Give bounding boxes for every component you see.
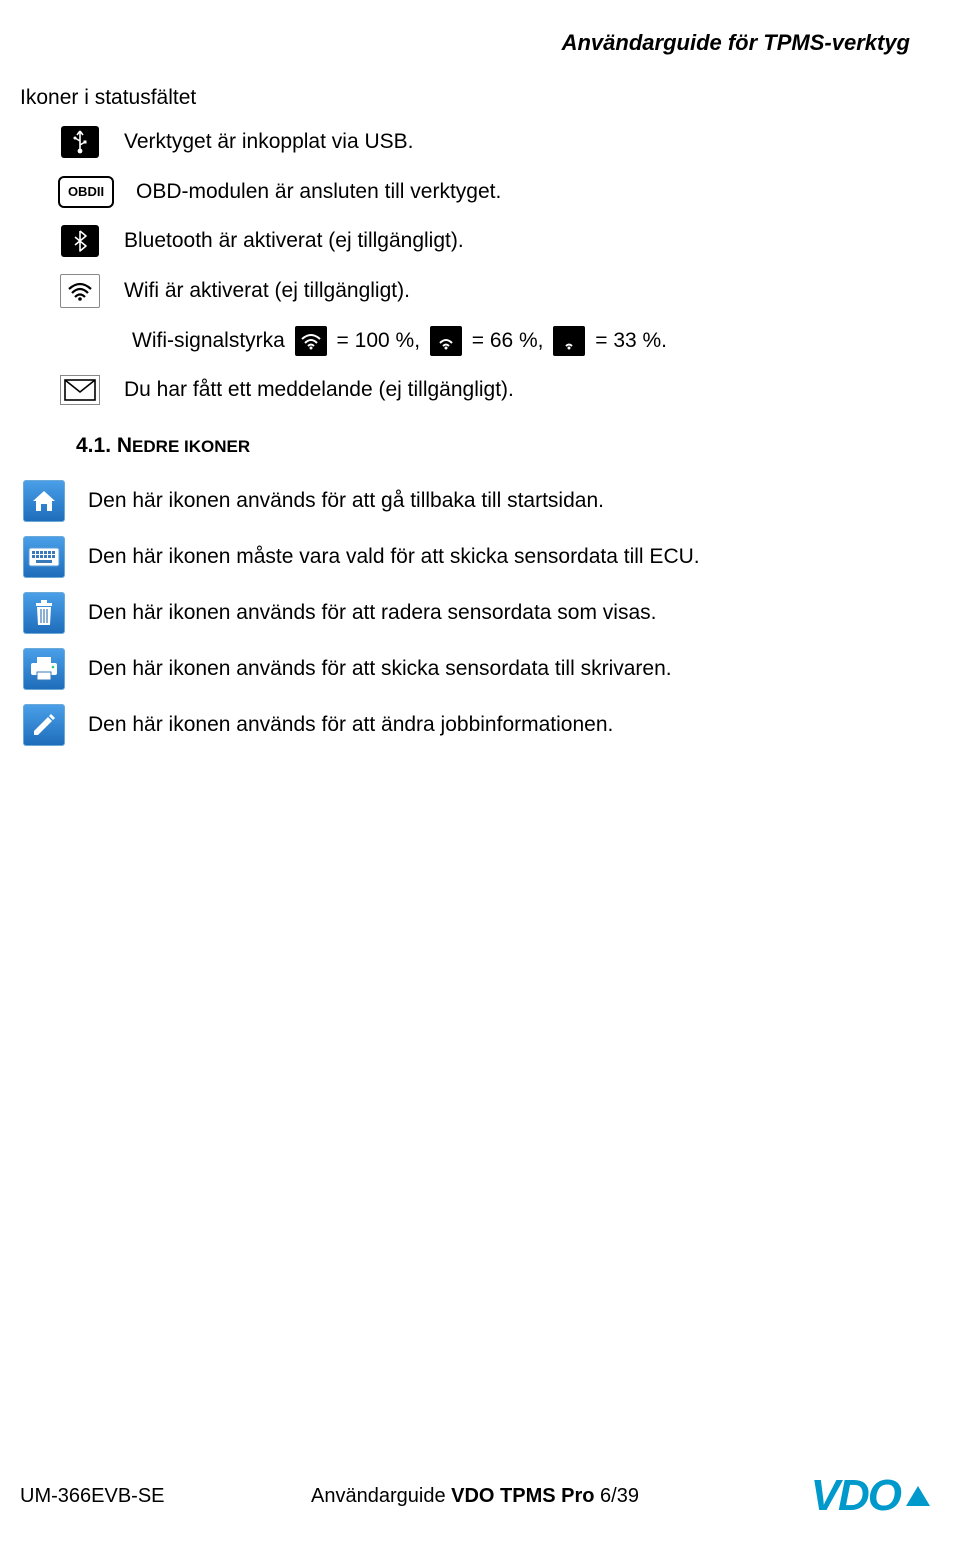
keyboard-icon: [23, 536, 65, 578]
vdo-logo-triangle-icon: [906, 1486, 930, 1506]
nedre-row-edit: Den här ikonen används för att ändra job…: [20, 704, 910, 746]
wifi-prefix: Wifi-signalstyrka: [132, 329, 285, 352]
wifi-icon: [60, 274, 100, 308]
wifi-100-label: = 100 %,: [337, 329, 420, 352]
status-section-heading: Ikoner i statusfältet: [20, 86, 910, 110]
home-icon: [23, 480, 65, 522]
status-desc-bluetooth: Bluetooth är aktiverat (ej tillgängligt)…: [124, 223, 464, 259]
wifi-66-icon: [430, 326, 462, 356]
nedre-desc-trash: Den här ikonen används för att radera se…: [88, 595, 656, 631]
wifi-100-icon: [295, 326, 327, 356]
obdii-icon: OBDII: [58, 176, 114, 208]
nedre-row-printer: Den här ikonen används för att skicka se…: [20, 648, 910, 690]
status-desc-mail: Du har fått ett meddelande (ej tillgängl…: [124, 372, 514, 408]
bluetooth-icon: [61, 225, 99, 257]
vdo-logo: VDO: [811, 1471, 930, 1521]
status-row-wifi: Wifi är aktiverat (ej tillgängligt).: [56, 273, 910, 309]
edit-icon: [23, 704, 65, 746]
trash-icon: [23, 592, 65, 634]
wifi-33-label: = 33 %.: [595, 329, 667, 352]
wifi-66-label: = 66 %,: [472, 329, 544, 352]
status-row-obdii: OBDII OBD-modulen är ansluten till verkt…: [56, 174, 910, 210]
status-desc-obdii: OBD-modulen är ansluten till verktyget.: [136, 174, 501, 210]
nedre-row-keyboard: Den här ikonen måste vara vald för att s…: [20, 536, 910, 578]
nedre-desc-printer: Den här ikonen används för att skicka se…: [88, 651, 672, 687]
nedre-heading: 4.1. NEDRE IKONER: [76, 434, 910, 458]
nedre-desc-edit: Den här ikonen används för att ändra job…: [88, 707, 613, 743]
heading-num: 4.1.: [76, 434, 111, 457]
wifi-signal-line: Wifi-signalstyrka = 100 %, = 66 %, = 33 …: [132, 323, 910, 359]
footer-page: 6/39: [600, 1485, 639, 1507]
status-row-mail: Du har fått ett meddelande (ej tillgängl…: [56, 372, 910, 408]
status-desc-wifi: Wifi är aktiverat (ej tillgängligt).: [124, 273, 410, 309]
status-row-bluetooth: Bluetooth är aktiverat (ej tillgängligt)…: [56, 223, 910, 259]
document-title: Användarguide för TPMS-verktyg: [20, 30, 910, 56]
footer-center-bold: VDO TPMS Pro: [451, 1485, 600, 1507]
vdo-logo-text: VDO: [811, 1471, 900, 1521]
status-desc-usb: Verktyget är inkopplat via USB.: [124, 124, 413, 160]
page-footer: UM-366EVB-SE Användarguide VDO TPMS Pro …: [20, 1471, 930, 1521]
footer-left: UM-366EVB-SE: [20, 1485, 165, 1508]
printer-icon: [23, 648, 65, 690]
nedre-desc-keyboard: Den här ikonen måste vara vald för att s…: [88, 539, 700, 575]
footer-center: Användarguide VDO TPMS Pro 6/39: [311, 1485, 639, 1508]
wifi-33-icon: [553, 326, 585, 356]
footer-center-prefix: Användarguide: [311, 1485, 451, 1507]
nedre-desc-home: Den här ikonen används för att gå tillba…: [88, 483, 604, 519]
nedre-row-trash: Den här ikonen används för att radera se…: [20, 592, 910, 634]
mail-icon: [60, 375, 100, 405]
usb-icon: [61, 126, 99, 158]
status-row-usb: Verktyget är inkopplat via USB.: [56, 124, 910, 160]
nedre-row-home: Den här ikonen används för att gå tillba…: [20, 480, 910, 522]
